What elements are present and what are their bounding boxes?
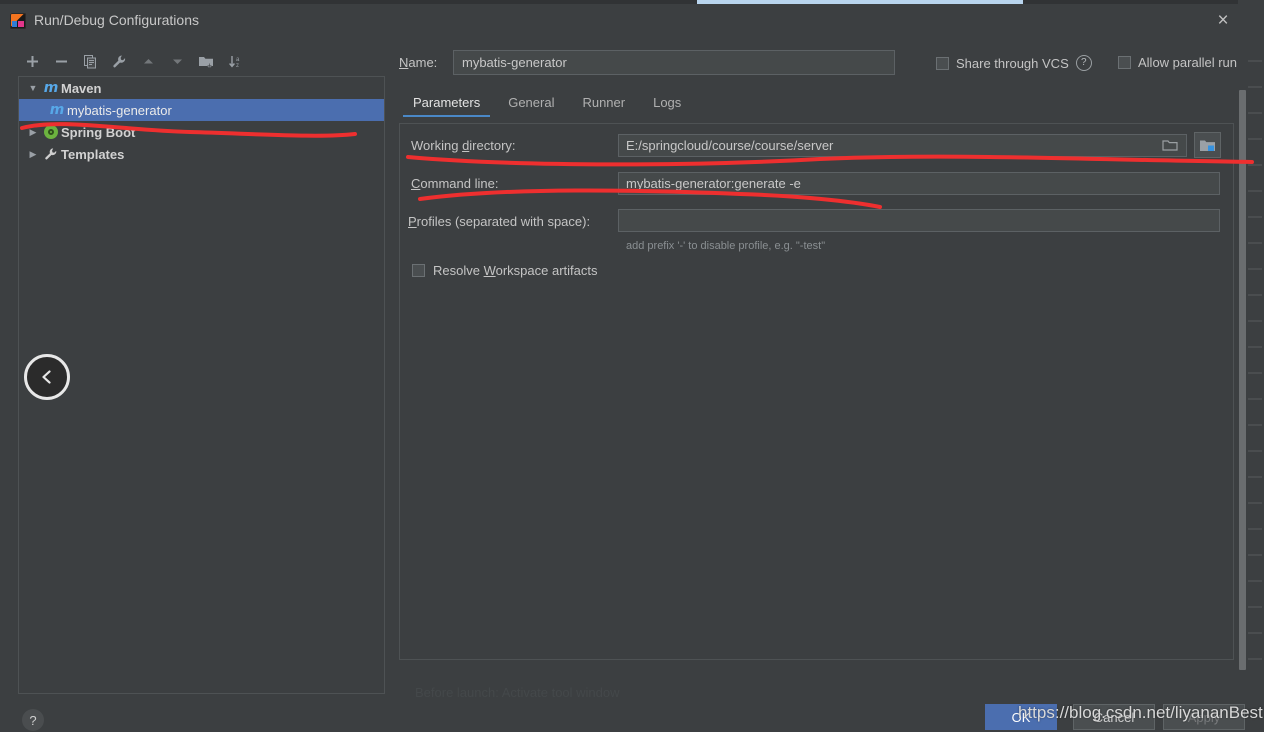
chevron-left-icon[interactable]	[24, 354, 70, 400]
folder-add-icon[interactable]	[192, 49, 221, 73]
close-icon[interactable]: ×	[1212, 10, 1234, 32]
watermark-url: https://blog.csdn.net/liyananBest	[1018, 703, 1263, 722]
allow-parallel-run-label: Allow parallel run	[1138, 55, 1237, 70]
sort-az-icon[interactable]: a z	[221, 49, 250, 73]
working-directory-label: Working directory:	[411, 138, 516, 153]
maven-m-icon: m	[43, 80, 59, 96]
tab-general[interactable]: General	[494, 92, 568, 117]
share-through-vcs-label: Share through VCS	[956, 55, 1069, 71]
tree-item-spring-boot[interactable]: ▶ Spring Boot	[19, 121, 384, 143]
tree-item-label: mybatis-generator	[67, 102, 172, 118]
profiles-label: Profiles (separated with space):	[408, 214, 591, 229]
run-debug-configurations-dialog: Run/Debug Configurations × a z ▼ m Maven…	[0, 4, 1248, 732]
share-through-vcs-checkbox[interactable]: Share through VCS ?	[936, 55, 1092, 71]
tree-item-label: Maven	[61, 80, 102, 96]
dialog-vertical-scrollbar[interactable]	[1238, 88, 1247, 680]
question-mark-icon[interactable]: ?	[1075, 55, 1092, 71]
configurations-tree[interactable]: ▼ m Maven m mybatis-generator ▶ Spring B…	[18, 76, 385, 694]
name-input[interactable]: mybatis-generator	[453, 50, 895, 75]
wrench-icon[interactable]	[105, 49, 134, 73]
tree-item-mybatis-generator[interactable]: m mybatis-generator	[19, 99, 384, 121]
folder-open-icon[interactable]	[1153, 134, 1187, 157]
arrow-up-icon[interactable]	[134, 49, 163, 73]
tree-item-maven[interactable]: ▼ m Maven	[19, 77, 384, 99]
name-label: Name:	[399, 55, 438, 70]
maven-m-icon: m	[49, 102, 65, 118]
before-launch-row-clipped: Before launch: Activate tool window	[415, 685, 620, 700]
profiles-hint: add prefix '-' to disable profile, e.g. …	[626, 240, 826, 252]
twisty-collapsed-icon[interactable]: ▶	[25, 149, 41, 160]
module-folder-icon[interactable]	[1194, 132, 1221, 158]
tab-logs[interactable]: Logs	[639, 92, 695, 117]
arrow-down-icon[interactable]	[163, 49, 192, 73]
command-line-input[interactable]: mybatis-generator:generate -e	[618, 172, 1220, 195]
twisty-collapsed-icon[interactable]: ▶	[25, 127, 41, 138]
checkbox-box[interactable]	[1118, 56, 1131, 69]
wrench-icon	[41, 147, 61, 161]
allow-parallel-run-checkbox[interactable]: Allow parallel run	[1118, 55, 1237, 70]
parameters-panel	[399, 123, 1234, 660]
command-line-label: Command line:	[411, 176, 499, 191]
tree-toolbar: a z	[18, 48, 378, 74]
copy-button[interactable]	[76, 49, 105, 73]
tab-runner[interactable]: Runner	[568, 92, 639, 117]
checkbox-box[interactable]	[936, 56, 949, 70]
add-button[interactable]	[18, 49, 47, 73]
working-directory-input[interactable]: E:/springcloud/course/course/server	[618, 134, 1154, 157]
resolve-workspace-artifacts-checkbox[interactable]: Resolve Workspace artifacts	[412, 263, 598, 278]
intellij-idea-icon	[10, 13, 26, 29]
tab-parameters[interactable]: Parameters	[399, 92, 494, 117]
tree-item-label: Spring Boot	[61, 124, 136, 140]
tree-item-templates[interactable]: ▶ Templates	[19, 143, 384, 165]
twisty-expanded-icon[interactable]: ▼	[25, 83, 41, 93]
tree-item-label: Templates	[61, 146, 125, 162]
scrollbar-thumb[interactable]	[1239, 90, 1246, 670]
dialog-title: Run/Debug Configurations	[34, 12, 199, 28]
dialog-title-bar: Run/Debug Configurations	[0, 4, 1248, 38]
checkbox-box[interactable]	[412, 264, 425, 277]
resolve-workspace-artifacts-label: Resolve Workspace artifacts	[433, 263, 598, 278]
svg-text:z: z	[236, 63, 239, 69]
spring-boot-icon	[41, 125, 61, 139]
help-button[interactable]: ?	[22, 709, 44, 731]
remove-button[interactable]	[47, 49, 76, 73]
profiles-input[interactable]	[618, 209, 1220, 232]
configuration-tabs: Parameters General Runner Logs	[399, 92, 1234, 118]
